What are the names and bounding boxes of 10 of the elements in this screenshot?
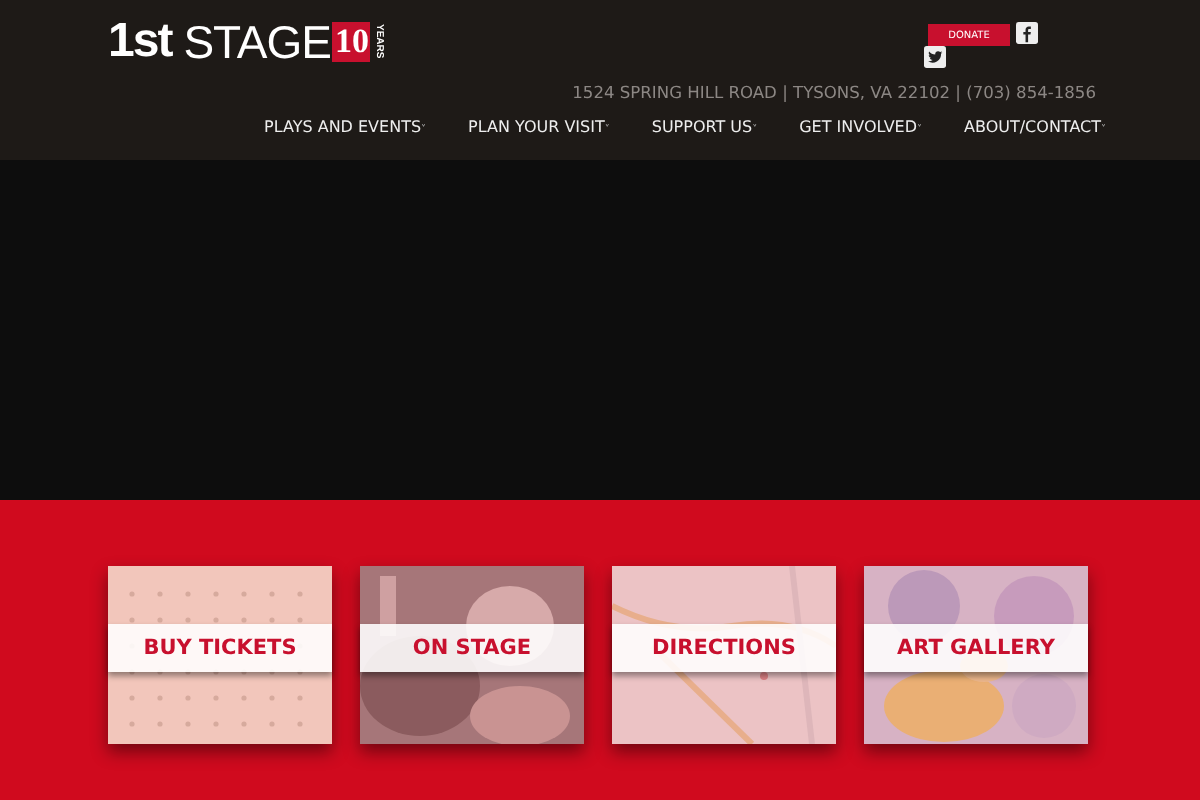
logo-text: 1st <box>108 16 172 68</box>
facebook-icon[interactable] <box>1016 22 1038 44</box>
address-text: 1524 SPRING HILL ROAD | TYSONS, VA 22102 | (703) 854-1856 <box>570 82 1096 102</box>
logo-text: STAGE <box>183 16 331 68</box>
logo-badge: 10 <box>332 22 371 62</box>
twitter-icon[interactable] <box>924 46 946 68</box>
tile-link[interactable]: BUY TICKETS <box>108 624 332 672</box>
tile-link[interactable]: DIRECTIONS <box>612 624 836 672</box>
tile-link[interactable]: ON STAGE <box>360 624 584 672</box>
tile-link[interactable]: ART GALLERY <box>864 624 1088 672</box>
